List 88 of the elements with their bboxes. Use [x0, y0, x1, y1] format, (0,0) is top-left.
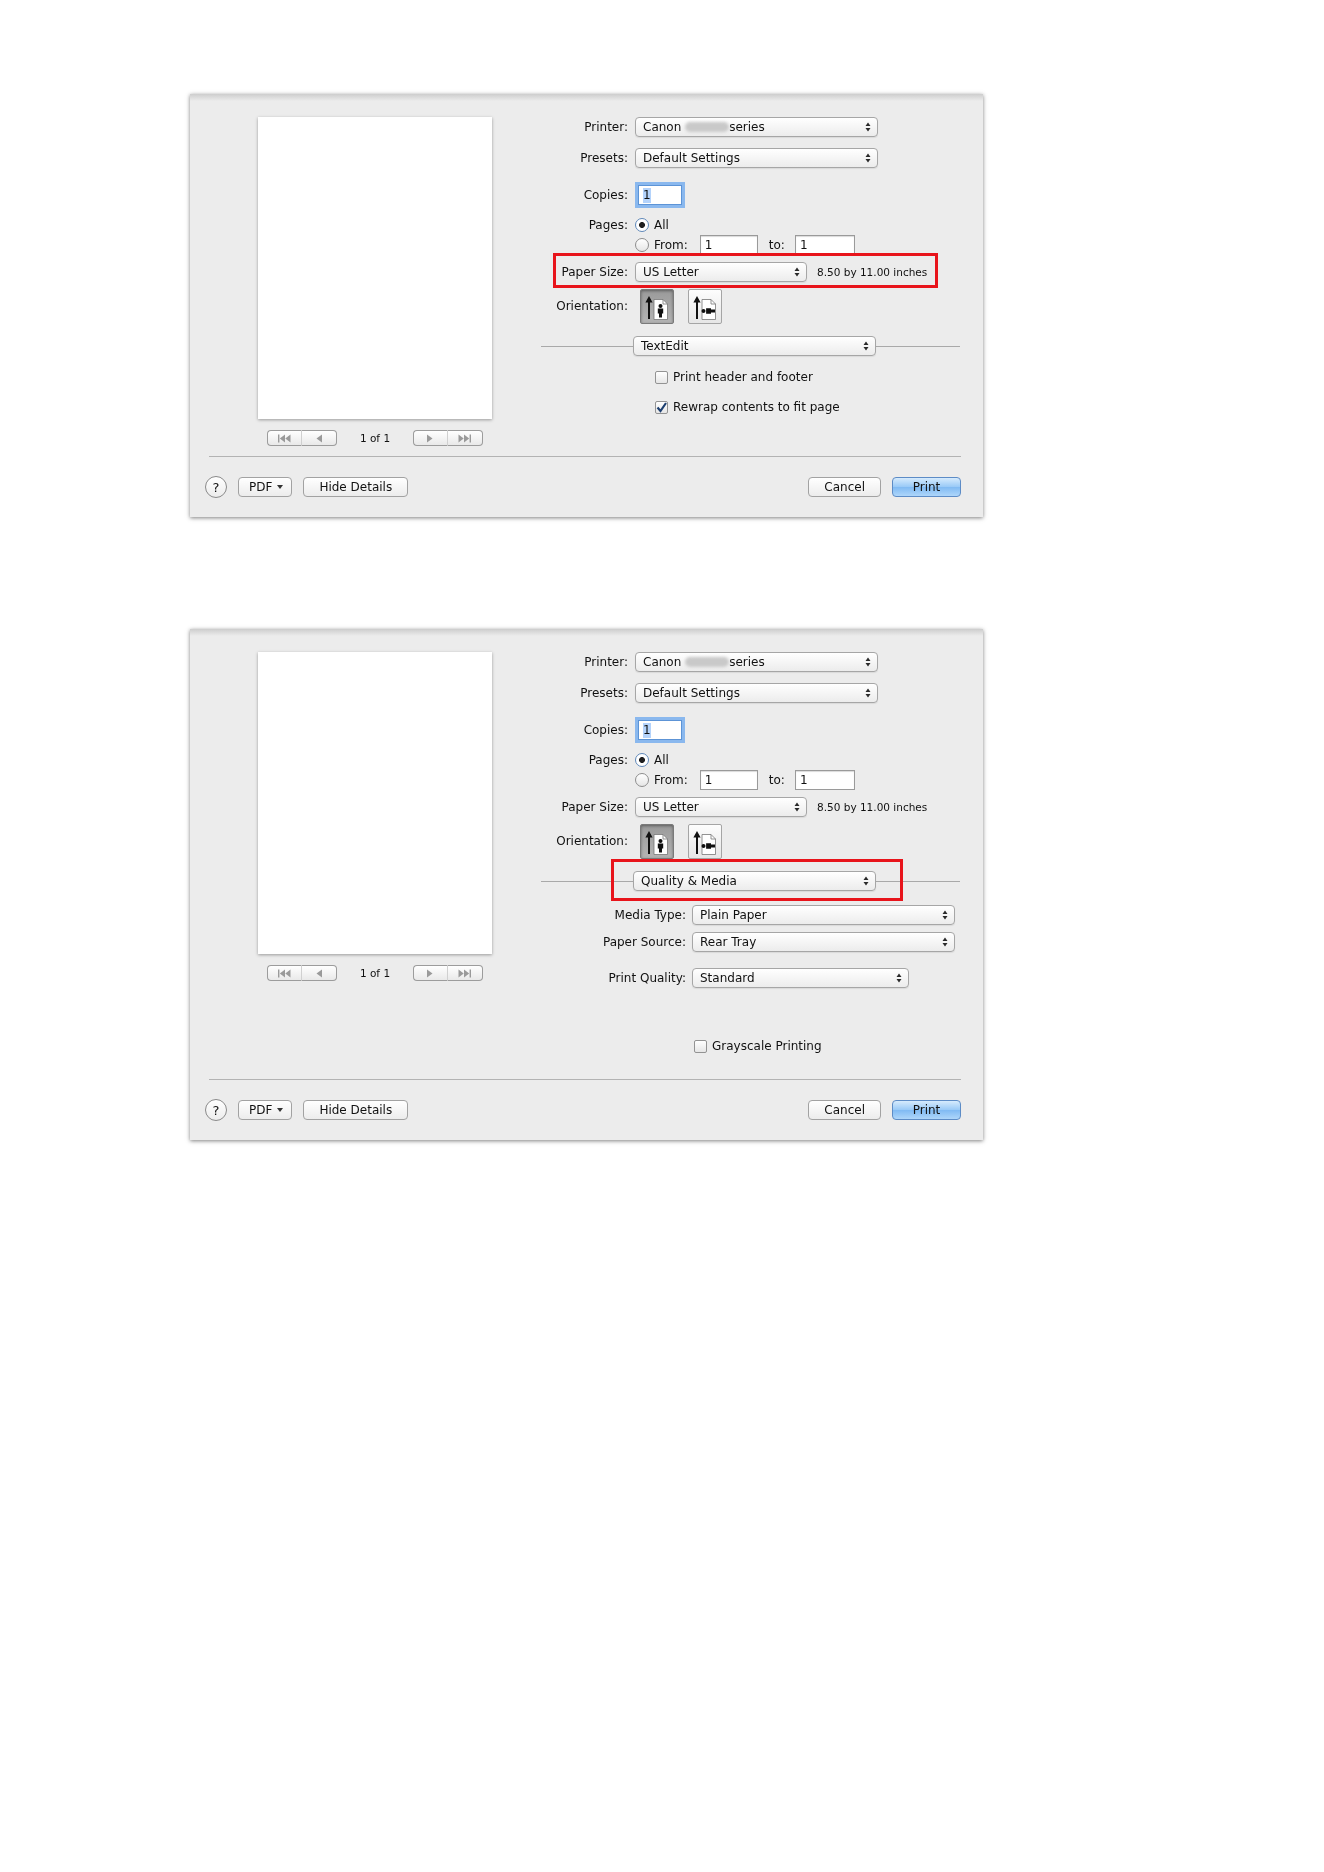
- printer-label: Printer:: [583, 654, 628, 670]
- updown-chevron-icon: [896, 973, 902, 983]
- skip-to-start-icon: [278, 968, 291, 978]
- pdf-menu-button[interactable]: PDF: [238, 477, 293, 497]
- skip-to-end-icon: [458, 433, 472, 443]
- radio-button[interactable]: [635, 753, 649, 767]
- radio-button[interactable]: [635, 218, 649, 232]
- updown-chevron-icon: [865, 657, 871, 667]
- orientation-label: Orientation:: [555, 834, 628, 849]
- presets-popup[interactable]: Default Settings: [635, 148, 878, 168]
- printer-popup[interactable]: Canon series: [635, 117, 878, 137]
- panel-popup[interactable]: TextEdit: [633, 336, 876, 356]
- radio-label[interactable]: From:: [654, 772, 688, 788]
- orientation-label: Orientation:: [555, 299, 628, 314]
- help-button[interactable]: ?: [205, 1099, 227, 1121]
- popup-menu[interactable]: Standard: [692, 968, 909, 988]
- paper-dimensions-text: 8.50 by 11.00 inches: [817, 799, 928, 815]
- checkbox-label[interactable]: Grayscale Printing: [712, 1039, 822, 1054]
- radio-label[interactable]: All: [654, 217, 669, 233]
- from-page-field[interactable]: 1: [699, 235, 758, 255]
- cancel-button[interactable]: Cancel: [808, 1100, 881, 1120]
- print-button[interactable]: Print: [892, 1100, 961, 1120]
- radio-button[interactable]: [635, 238, 649, 252]
- hide-details-button[interactable]: Hide Details: [303, 1100, 409, 1120]
- help-button[interactable]: ?: [205, 476, 227, 498]
- checkbox[interactable]: [694, 1040, 707, 1053]
- updown-chevron-icon: [865, 153, 871, 163]
- pages-label: Pages:: [587, 752, 628, 768]
- portrait-orientation-button[interactable]: [640, 824, 674, 859]
- popup-label: Paper Source:: [601, 934, 686, 950]
- radio-label[interactable]: From:: [654, 237, 688, 253]
- landscape-orientation-button[interactable]: [688, 289, 722, 324]
- pages-label: Pages:: [587, 217, 628, 233]
- skip-to-end-icon: [458, 968, 472, 978]
- portrait-orientation-button[interactable]: [640, 289, 674, 324]
- print-button[interactable]: Print: [892, 477, 961, 497]
- skip-to-start-icon: [278, 433, 291, 443]
- dropdown-triangle-icon: [277, 485, 284, 489]
- checkbox[interactable]: [655, 401, 668, 414]
- checkbox-label[interactable]: Print header and footer: [673, 370, 813, 385]
- to-page-field[interactable]: 1: [794, 235, 855, 255]
- triangle-right-icon: [427, 433, 434, 443]
- paper-size-label: Paper Size:: [560, 264, 628, 280]
- updown-chevron-icon: [865, 122, 871, 132]
- popup-menu[interactable]: Plain Paper: [692, 905, 955, 925]
- triangle-left-icon: [316, 433, 322, 443]
- panel-popup[interactable]: Quality & Media: [633, 871, 876, 891]
- popup-label: Media Type:: [613, 907, 686, 923]
- popup-menu[interactable]: Rear Tray: [692, 932, 955, 952]
- from-page-field[interactable]: 1: [699, 770, 758, 790]
- updown-chevron-icon: [942, 910, 948, 920]
- checkbox[interactable]: [655, 371, 668, 384]
- paper-size-popup[interactable]: US Letter: [635, 797, 807, 817]
- updown-chevron-icon: [863, 341, 869, 351]
- paper-size-label: Paper Size:: [560, 799, 628, 815]
- updown-chevron-icon: [794, 267, 800, 277]
- radio-button[interactable]: [635, 773, 649, 787]
- radio-label[interactable]: All: [654, 752, 669, 768]
- copies-label: Copies:: [582, 722, 628, 738]
- page-counter: 1 of 1: [359, 965, 391, 981]
- to-label: to:: [768, 772, 785, 788]
- presets-label: Presets:: [579, 685, 628, 701]
- landscape-orientation-button[interactable]: [688, 824, 722, 859]
- to-page-field[interactable]: 1: [794, 770, 855, 790]
- to-label: to:: [768, 237, 785, 253]
- paper-dimensions-text: 8.50 by 11.00 inches: [817, 264, 928, 280]
- presets-popup[interactable]: Default Settings: [635, 683, 878, 703]
- updown-chevron-icon: [865, 688, 871, 698]
- copies-field[interactable]: 1: [638, 720, 682, 740]
- copies-label: Copies:: [582, 187, 628, 203]
- updown-chevron-icon: [863, 876, 869, 886]
- paper-size-popup[interactable]: US Letter: [635, 262, 807, 282]
- popup-label: Print Quality:: [607, 970, 686, 986]
- pdf-menu-button[interactable]: PDF: [238, 1100, 293, 1120]
- presets-label: Presets:: [579, 150, 628, 166]
- dropdown-triangle-icon: [277, 1108, 284, 1112]
- printer-popup[interactable]: Canon series: [635, 652, 878, 672]
- page-counter: 1 of 1: [359, 430, 391, 446]
- triangle-right-icon: [427, 968, 434, 978]
- cancel-button[interactable]: Cancel: [808, 477, 881, 497]
- triangle-left-icon: [316, 968, 322, 978]
- copies-field[interactable]: 1: [638, 185, 682, 205]
- checkbox-label[interactable]: Rewrap contents to fit page: [673, 400, 840, 415]
- printer-label: Printer:: [583, 119, 628, 135]
- updown-chevron-icon: [942, 937, 948, 947]
- hide-details-button[interactable]: Hide Details: [303, 477, 409, 497]
- updown-chevron-icon: [794, 802, 800, 812]
- checkmark-icon: [656, 402, 667, 413]
